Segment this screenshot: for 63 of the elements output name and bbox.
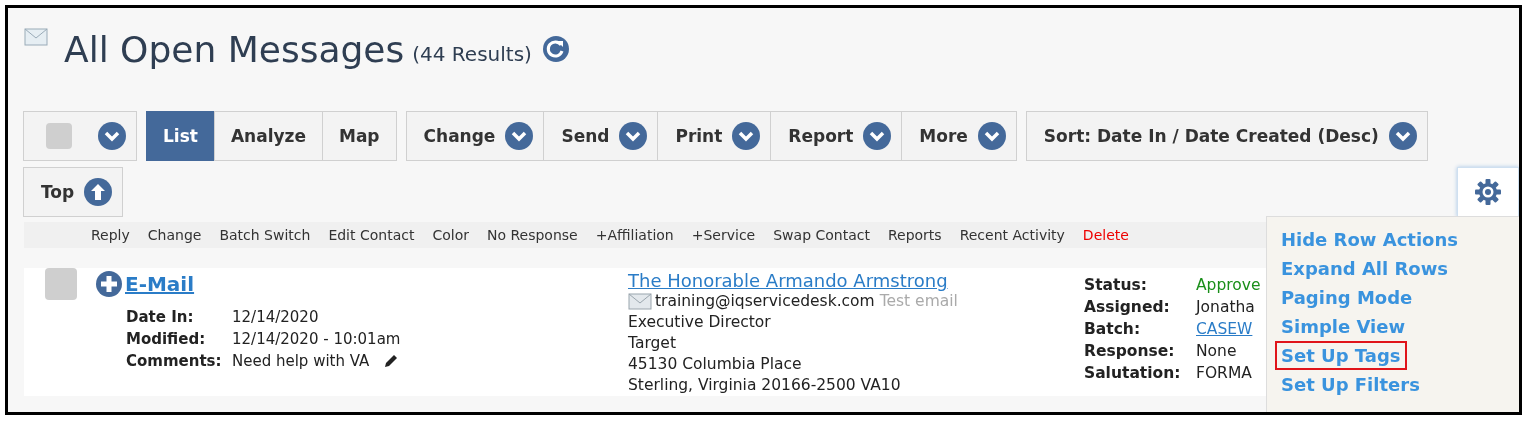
envelope-icon xyxy=(628,293,652,310)
chevron-down-icon[interactable] xyxy=(505,122,534,150)
message-type-link[interactable]: E-Mail xyxy=(125,272,195,296)
detail-label: Salutation: xyxy=(1084,363,1182,384)
row-checkbox[interactable] xyxy=(45,268,77,300)
row-action-link[interactable]: Batch Switch xyxy=(219,227,311,243)
envelope-icon xyxy=(24,28,48,46)
chevron-down-icon[interactable] xyxy=(98,122,126,150)
settings-button[interactable] xyxy=(1457,167,1519,217)
view-tab[interactable]: List xyxy=(146,111,215,161)
select-all-checkbox[interactable] xyxy=(46,123,72,149)
detail-value: None xyxy=(1196,341,1238,362)
action-menu-label[interactable]: More xyxy=(919,126,968,146)
row-action-link[interactable]: +Affiliation xyxy=(595,227,674,243)
contact-detail: Sterling, Virginia 20166-2500 VA10 xyxy=(628,375,902,396)
row-action-link[interactable]: Recent Activity xyxy=(959,227,1065,243)
detail-label: Assigned: xyxy=(1084,297,1171,318)
action-menu-label[interactable]: Send xyxy=(561,126,610,146)
chevron-down-icon[interactable] xyxy=(977,122,1006,150)
result-count: (44 Results) xyxy=(412,42,532,66)
detail-label: Status: xyxy=(1084,275,1148,296)
detail-link[interactable]: CASEW xyxy=(1196,318,1261,340)
chevron-down-icon[interactable] xyxy=(732,122,761,150)
view-tab[interactable]: Map xyxy=(322,111,397,161)
field-label: Date In: xyxy=(126,307,195,328)
field-value: Need help with VA xyxy=(232,351,370,372)
contact-detail: Executive Director xyxy=(628,312,772,333)
field-value: 12/14/2020 xyxy=(232,307,319,328)
detail-label: Response: xyxy=(1084,341,1176,362)
row-action-link[interactable]: Delete xyxy=(1082,227,1129,243)
detail-value: Jonatha xyxy=(1196,297,1256,318)
field-label: Modified: xyxy=(126,329,207,350)
expand-plus-icon[interactable] xyxy=(95,270,123,298)
email-note: Test email xyxy=(879,291,958,312)
contact-detail: 45130 Columbia Place xyxy=(628,354,803,375)
row-action-link[interactable]: Reports xyxy=(887,227,942,243)
detail-value: Approve xyxy=(1196,275,1261,296)
field-label: Comments: xyxy=(126,351,223,372)
chevron-down-icon[interactable] xyxy=(863,122,892,150)
row-action-link[interactable]: No Response xyxy=(486,227,578,243)
arrow-up-icon[interactable] xyxy=(84,178,113,206)
detail-value: FORMA xyxy=(1196,363,1253,384)
settings-icon xyxy=(1474,178,1502,206)
action-menu-label[interactable]: Report xyxy=(788,126,854,146)
detail-label: Batch: xyxy=(1084,319,1142,340)
contact-detail: Target xyxy=(628,333,677,354)
contact-email: training@iqservicedesk.com xyxy=(655,291,875,312)
row-action-link[interactable]: Edit Contact xyxy=(328,227,415,243)
contact-name-link[interactable]: The Honorable Armando Armstrong xyxy=(628,270,1084,291)
row-action-link[interactable]: +Service xyxy=(691,227,756,243)
row-action-link[interactable]: Reply xyxy=(91,227,130,243)
chevron-down-icon[interactable] xyxy=(619,122,648,150)
field-value: 12/14/2020 - 10:01am xyxy=(232,329,401,350)
row-action-link[interactable]: Change xyxy=(147,227,202,243)
top-button-label[interactable]: Top xyxy=(41,182,75,202)
page-title: All Open Messages xyxy=(64,28,405,70)
row-action-link[interactable]: Color xyxy=(432,227,469,243)
chevron-down-icon[interactable] xyxy=(1388,122,1417,150)
row-action-link[interactable]: Swap Contact xyxy=(773,227,870,243)
action-menu-label[interactable]: Print xyxy=(675,126,723,146)
pencil-icon[interactable] xyxy=(383,353,400,369)
refresh-icon[interactable] xyxy=(541,35,570,63)
view-tab[interactable]: Analyze xyxy=(213,111,323,161)
